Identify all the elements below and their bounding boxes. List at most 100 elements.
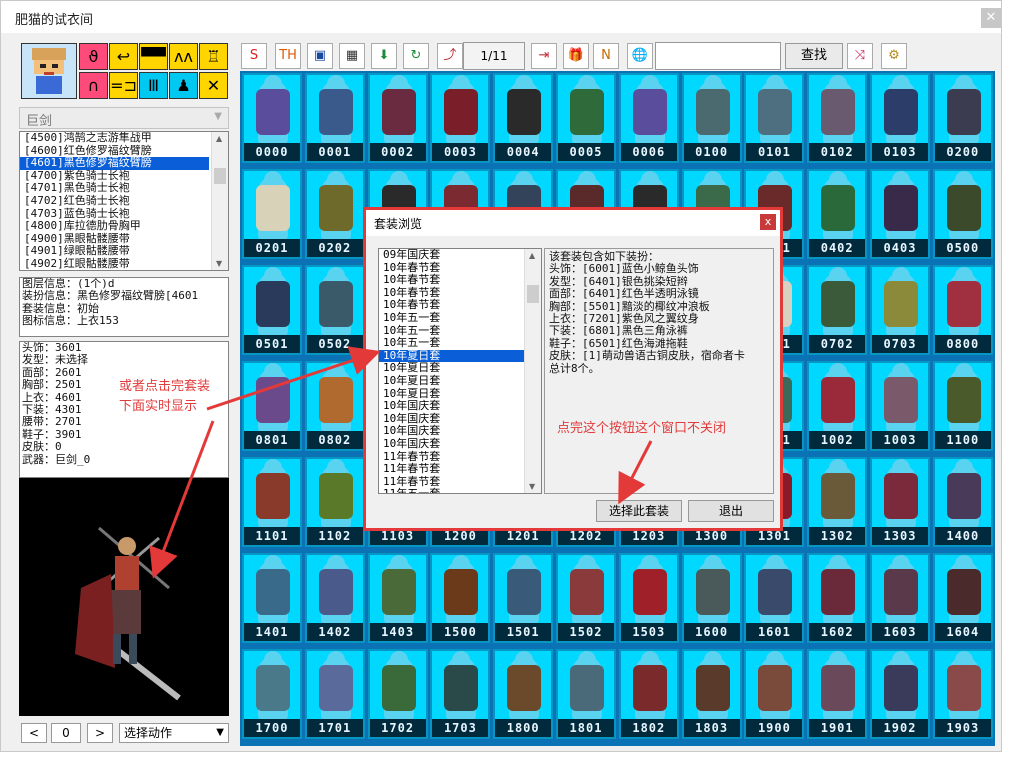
scroll-thumb[interactable]	[214, 168, 226, 184]
grid-item[interactable]: 0200	[932, 73, 993, 163]
weapon-icon[interactable]: ✕	[199, 72, 228, 99]
list-item[interactable]: [4601]黑色修罗福纹臂膀	[20, 157, 209, 170]
grid-item[interactable]: 1302	[807, 457, 868, 547]
th-icon[interactable]: TH	[275, 43, 301, 69]
belt-icon[interactable]: =⊐	[109, 72, 138, 99]
grid-item[interactable]: 1800	[493, 649, 554, 739]
mustache-icon[interactable]: ʌʌ	[169, 43, 198, 70]
close-window-button[interactable]: ✕	[981, 8, 1001, 28]
scroll-up-icon[interactable]: ▲	[216, 134, 222, 143]
import-icon[interactable]: ⇥	[531, 43, 557, 69]
shuffle-icon[interactable]: ⤨	[847, 43, 873, 69]
list-item[interactable]: [4800]库拉德肋骨胸甲	[20, 220, 228, 233]
set-list-item[interactable]: 10年春节套	[379, 274, 541, 287]
export-icon[interactable]: ⤴	[437, 43, 463, 69]
scroll-up-icon[interactable]: ▲	[529, 251, 535, 260]
pants-icon[interactable]: ∩	[79, 72, 108, 99]
globe-icon[interactable]: 🌐	[627, 43, 653, 69]
set-list-item[interactable]: 11年春节套	[379, 462, 541, 476]
find-button[interactable]: 查找	[785, 43, 843, 69]
grid-item[interactable]: 0002	[367, 73, 428, 163]
grid-item[interactable]: 1604	[932, 553, 993, 643]
grid-item[interactable]: 1703	[430, 649, 491, 739]
grid-item[interactable]: 0202	[304, 169, 365, 259]
grid-item[interactable]: 1402	[304, 553, 365, 643]
grid-item[interactable]: 0500	[932, 169, 993, 259]
grid-item[interactable]: 1002	[807, 361, 868, 451]
grid-item[interactable]: 0703	[870, 265, 930, 355]
grid-item[interactable]: 1802	[618, 649, 679, 739]
set-list-item[interactable]: 11年五一套	[379, 488, 541, 493]
shoes-icon[interactable]: ♟	[169, 72, 198, 99]
set-list-item[interactable]: 09年国庆套	[379, 249, 541, 262]
grid-item[interactable]: 1403	[367, 553, 428, 643]
grid-item[interactable]: 1903	[932, 649, 993, 739]
refresh-icon[interactable]: ↻	[403, 43, 429, 69]
grid-item[interactable]: 1502	[556, 553, 616, 643]
frame-icon[interactable]: ▦	[339, 43, 365, 69]
set-list-item[interactable]: 10年国庆套	[379, 437, 541, 451]
grid-item[interactable]: 1600	[681, 553, 742, 643]
grid-item[interactable]: 0001	[304, 73, 365, 163]
grid-item[interactable]: 1701	[304, 649, 365, 739]
grid-item[interactable]: 0004	[493, 73, 554, 163]
set-list-scrollbar[interactable]: ▲ ▼	[524, 249, 541, 493]
item-list[interactable]: [4500]鸿鹄之志游隼战甲 [4600]红色修罗福纹臂膀 [4601]黑色修罗福纹…	[19, 131, 229, 271]
grid-item[interactable]: 1801	[556, 649, 616, 739]
grid-item[interactable]: 1100	[932, 361, 993, 451]
grid-item[interactable]: 1900	[744, 649, 805, 739]
grid-item[interactable]: 0003	[430, 73, 491, 163]
set-list-item[interactable]: 10年国庆套	[379, 400, 541, 413]
grid-item[interactable]: 0801	[242, 361, 302, 451]
grid-item[interactable]: 1400	[932, 457, 993, 547]
avatar[interactable]	[21, 43, 77, 99]
grid-item[interactable]: 1501	[493, 553, 554, 643]
grid-item[interactable]: 0403	[870, 169, 930, 259]
book-icon[interactable]: ▣	[307, 43, 333, 69]
grid-item[interactable]: 0501	[242, 265, 302, 355]
list-item[interactable]: [4702]红色骑士长袍	[20, 194, 228, 208]
shorts-icon[interactable]: Ⅲ	[139, 72, 168, 99]
grid-item[interactable]: 1803	[681, 649, 742, 739]
scroll-down-icon[interactable]: ▼	[216, 259, 222, 268]
gift-icon[interactable]: 🎁	[563, 43, 589, 69]
grid-item[interactable]: 0802	[304, 361, 365, 451]
grid-item[interactable]: 1102	[304, 457, 365, 547]
grid-item[interactable]: 0103	[870, 73, 930, 163]
list-item[interactable]: [4902]红眼骷髅腰带	[20, 257, 228, 270]
grid-item[interactable]: 1702	[367, 649, 428, 739]
grid-item[interactable]: 1901	[807, 649, 868, 739]
grid-item[interactable]: 0502	[304, 265, 365, 355]
grid-item[interactable]: 1602	[807, 553, 868, 643]
dialog-close-button[interactable]: x	[760, 214, 776, 230]
npk-icon[interactable]: N	[593, 43, 619, 69]
size-icon[interactable]: S	[241, 43, 267, 69]
set-list-item[interactable]: 10年夏日套	[379, 374, 541, 388]
grid-item[interactable]: 1603	[870, 553, 930, 643]
face-icon[interactable]: ↩	[109, 43, 138, 70]
grid-item[interactable]: 0101	[744, 73, 805, 163]
grid-item[interactable]: 1101	[242, 457, 302, 547]
item-list-scrollbar[interactable]: ▲ ▼	[211, 132, 228, 270]
grid-item[interactable]: 0201	[242, 169, 302, 259]
grid-item[interactable]: 0100	[681, 73, 742, 163]
grid-item[interactable]: 0006	[618, 73, 679, 163]
set-list-item[interactable]: 10年五一套	[379, 311, 541, 325]
grid-item[interactable]: 1902	[870, 649, 930, 739]
action-select[interactable]: 选择动作 ▼	[119, 723, 229, 743]
grid-item[interactable]: 1700	[242, 649, 302, 739]
set-list[interactable]: 09年国庆套 10年春节套 10年春节套 10年春节套 10年春节套 10年五一套 10年五…	[378, 248, 542, 494]
list-item[interactable]: [4500]鸿鹄之志游隼战甲	[20, 132, 228, 145]
grid-item[interactable]: 1500	[430, 553, 491, 643]
grid-item[interactable]: 1503	[618, 553, 679, 643]
set-list-item[interactable]: 10年五一套	[379, 337, 541, 350]
grid-item[interactable]: 0000	[242, 73, 302, 163]
shirt-download-icon[interactable]: ⬇	[371, 43, 397, 69]
hair-icon[interactable]: ϑ	[79, 43, 108, 70]
category-select[interactable]: 巨剑 ▼	[19, 107, 229, 129]
grid-item[interactable]: 1003	[870, 361, 930, 451]
grid-item[interactable]: 0005	[556, 73, 616, 163]
prev-frame-button[interactable]: <	[21, 723, 47, 743]
shirt-icon[interactable]: ♖	[199, 43, 228, 70]
glasses-icon[interactable]: ▀▀	[139, 43, 168, 70]
